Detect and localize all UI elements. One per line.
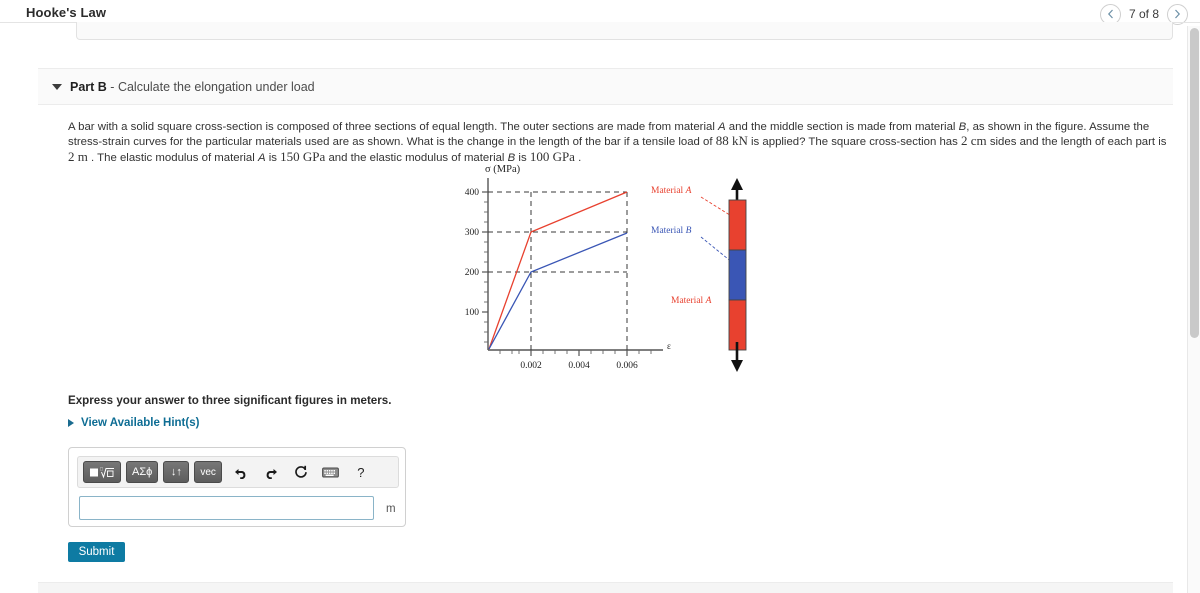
- part-label: Part B: [70, 80, 107, 94]
- keyboard-button[interactable]: [320, 461, 342, 483]
- view-hints-toggle[interactable]: View Available Hint(s): [68, 417, 199, 429]
- statement-seg-4: is applied? The square cross-section has: [747, 136, 962, 149]
- chevron-right-icon: [1175, 9, 1181, 19]
- previous-part-panel-cutoff: [76, 22, 1173, 40]
- svg-text:400: 400: [465, 188, 480, 198]
- answer-prompt: Express your answer to three significant…: [68, 394, 392, 407]
- svg-text:□: □: [100, 468, 103, 473]
- vector-button[interactable]: vec: [194, 461, 222, 483]
- answer-unit-label: m: [386, 503, 396, 515]
- leader-line-material-a: [700, 196, 734, 218]
- leader-line-material-b: [700, 236, 734, 264]
- caret-down-icon[interactable]: [52, 84, 62, 90]
- arrows-button[interactable]: ↓↑: [163, 461, 190, 483]
- load-value: 88 kN: [715, 133, 748, 149]
- material-a-ref-1: A: [718, 121, 726, 133]
- modulus-a-value: 150 GPa: [280, 148, 326, 164]
- reset-icon: [295, 465, 307, 478]
- undo-icon: [234, 468, 246, 479]
- redo-icon: [266, 468, 277, 479]
- material-a-ref-2: A: [257, 151, 266, 164]
- problem-page: Hooke's Law 7 of 8 Part B - Calculate th…: [0, 0, 1200, 593]
- page-title: Hooke's Law: [26, 5, 107, 20]
- svg-text:200: 200: [465, 268, 480, 278]
- legend-material-a: Material A: [651, 186, 692, 196]
- problem-statement: A bar with a solid square cross-section …: [68, 120, 1168, 165]
- undo-button[interactable]: [230, 461, 252, 483]
- statement-seg-1: A bar with a solid square cross-section …: [68, 121, 719, 133]
- chart-x-tick-labels: 0.002 0.004 0.006: [520, 361, 638, 371]
- template-button[interactable]: □: [83, 461, 121, 483]
- svg-text:300: 300: [465, 228, 480, 238]
- statement-seg-2: and the middle section is made from mate…: [725, 121, 959, 133]
- stress-strain-figure: σ (MPa) ε 400 300 200 100 0.002 0.004 0.…: [465, 164, 747, 372]
- vertical-scrollbar[interactable]: [1187, 26, 1200, 593]
- part-b-heading: Part B - Calculate the elongation under …: [70, 80, 315, 94]
- keyboard-icon: [322, 467, 340, 477]
- bar-diagram: [728, 178, 747, 372]
- chevron-left-icon: [1107, 9, 1113, 19]
- part-separator: -: [106, 80, 118, 94]
- svg-text:0.006: 0.006: [616, 361, 638, 371]
- chart-x-ticks: [530, 350, 628, 356]
- statement-seg-7: is: [265, 151, 281, 164]
- legend-material-b: Material B: [651, 226, 692, 236]
- greek-symbols-button[interactable]: ΑΣϕ: [126, 461, 159, 483]
- scrollbar-thumb[interactable]: [1190, 28, 1199, 338]
- chart-x-axis-label: ε: [667, 341, 671, 351]
- statement-seg-6: . The elastic modulus of material: [87, 151, 258, 164]
- footer-band: [38, 582, 1173, 593]
- answer-entry-panel: □ ΑΣϕ ↓↑ vec ?: [68, 447, 406, 527]
- chart-guide-lines: [488, 191, 628, 350]
- series-material-a-curve: [488, 191, 628, 350]
- svg-text:0.004: 0.004: [568, 361, 590, 371]
- answer-input[interactable]: [79, 496, 374, 520]
- side-value: 2 cm: [961, 133, 987, 149]
- statement-seg-5: sides and the length of each part is: [986, 136, 1167, 149]
- svg-text:0.002: 0.002: [520, 361, 542, 371]
- bar-segment-top-material-a: [728, 199, 747, 251]
- svg-text:100: 100: [465, 308, 480, 318]
- bar-segment-middle-material-b: [728, 249, 747, 301]
- help-button[interactable]: ?: [350, 461, 372, 483]
- chart-y-axis-label: σ (MPa): [485, 164, 521, 175]
- chart-axes: [487, 178, 663, 351]
- view-hints-label: View Available Hint(s): [81, 417, 200, 429]
- segment-length-value: 2 m: [68, 148, 88, 164]
- chart-y-tick-labels: 400 300 200 100: [465, 188, 480, 318]
- part-title: Calculate the elongation under load: [117, 80, 315, 94]
- redo-button[interactable]: [260, 461, 282, 483]
- problem-figure: σ (MPa) ε 400 300 200 100 0.002 0.004 0.…: [455, 160, 775, 385]
- page-indicator: 7 of 8: [1128, 7, 1159, 21]
- submit-button[interactable]: Submit: [68, 542, 125, 562]
- reset-button[interactable]: [290, 461, 312, 483]
- callout-material-a-lower: Material A: [671, 296, 712, 306]
- caret-right-icon: [68, 419, 74, 427]
- math-toolbar: □ ΑΣϕ ↓↑ vec ?: [77, 456, 399, 488]
- root-template-icon: □: [90, 468, 114, 479]
